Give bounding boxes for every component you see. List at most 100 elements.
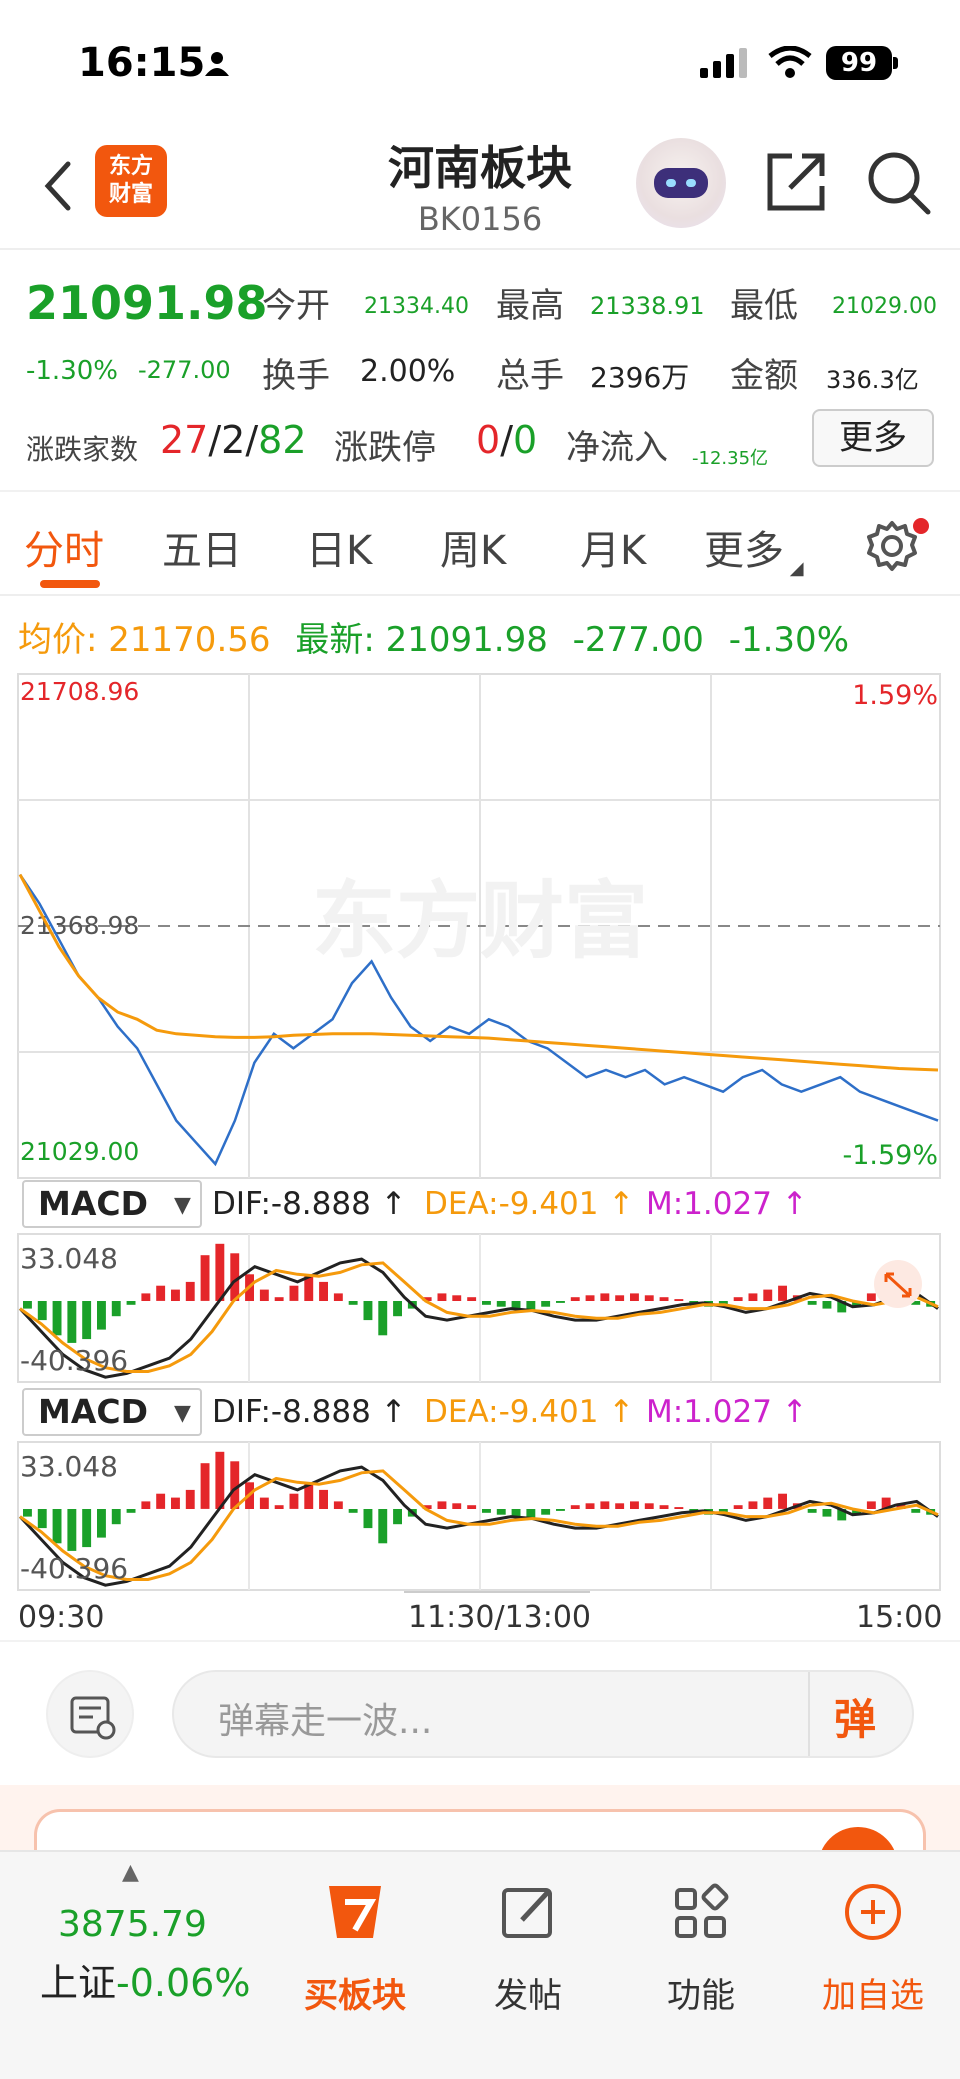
macd-histogram-bar xyxy=(630,1293,639,1301)
macd-histogram-bar xyxy=(807,1509,817,1513)
macd1-high-label: 33.048 xyxy=(20,1242,118,1275)
macd-histogram-bar xyxy=(556,1301,565,1303)
macd-histogram-bar xyxy=(556,1509,565,1511)
macd-histogram-bar xyxy=(348,1509,358,1513)
macd-histogram-bar xyxy=(67,1301,77,1343)
macd-histogram-bar xyxy=(171,1497,180,1509)
dea-value-1: DEA:-9.401 ↑ xyxy=(424,1186,635,1222)
macd-histogram-bar xyxy=(615,1295,625,1301)
macd-histogram-bar xyxy=(541,1301,551,1307)
macd-histogram-bar xyxy=(866,1293,876,1301)
macd-histogram-bar xyxy=(215,1243,225,1301)
share-icon[interactable] xyxy=(764,150,828,214)
period-tabs: 分时 五日 日K 周K 月K 更多 ◢ xyxy=(0,496,960,596)
m-value-2: M:1.027 ↑ xyxy=(646,1394,808,1430)
tab-intraday[interactable]: 分时 xyxy=(24,518,104,576)
buy-sector-button[interactable]: 买板块 xyxy=(290,1872,420,2016)
intraday-chart-area[interactable]: 东方财富 21708.96 21368.98 21029.00 1.59% -1… xyxy=(0,670,960,1600)
macd-histogram-bar xyxy=(393,1509,402,1525)
macd2-low-label: -40.396 xyxy=(20,1552,128,1585)
macd-histogram-bar xyxy=(259,1289,269,1301)
netflow-value: -12.35亿 xyxy=(692,448,769,469)
macd-histogram-bar xyxy=(452,1295,462,1301)
plus-circle-icon xyxy=(845,1884,901,1940)
signal-icon xyxy=(700,48,747,78)
macd-histogram-bar xyxy=(452,1503,462,1509)
post-button[interactable]: 发帖 xyxy=(463,1872,593,2016)
dropdown-caret-icon: ▼ xyxy=(174,1193,191,1218)
macd-histogram-bar xyxy=(363,1301,373,1321)
m-value-1: M:1.027 ↑ xyxy=(646,1186,808,1222)
search-icon[interactable] xyxy=(866,150,932,216)
macd-histogram-bar xyxy=(570,1505,580,1509)
tab-monthly-k[interactable]: 月K xyxy=(580,518,646,576)
indicator-select-1[interactable]: MACD ▼ xyxy=(22,1180,202,1228)
dropdown-caret-icon: ▼ xyxy=(174,1401,191,1426)
promo-strip xyxy=(0,1785,960,1869)
latest-change: -277.00 xyxy=(572,620,704,660)
back-icon[interactable] xyxy=(40,158,76,214)
settings-gear-icon[interactable] xyxy=(866,520,918,572)
macd-histogram-bar xyxy=(748,1501,758,1509)
macd-histogram-bar xyxy=(215,1451,225,1509)
avg-value: 21170.56 xyxy=(108,620,271,660)
macd-histogram-bar xyxy=(778,1493,787,1509)
time-tick-open: 09:30 xyxy=(18,1600,105,1635)
macd-histogram-bar xyxy=(600,1501,610,1509)
tab-five-day[interactable]: 五日 xyxy=(162,518,242,576)
volume-value: 2396万 xyxy=(590,361,690,394)
danmu-send-button[interactable]: 弹 xyxy=(834,1686,876,1747)
functions-button[interactable]: 功能 xyxy=(636,1872,766,2016)
macd-histogram-bar xyxy=(378,1509,388,1544)
wifi-icon xyxy=(768,46,812,78)
tab-more[interactable]: 更多 ◢ xyxy=(704,518,804,579)
danmu-placeholder: 弹幕走一波... xyxy=(218,1701,433,1742)
post-label: 发帖 xyxy=(494,1976,562,2016)
expand-up-icon: ▲ xyxy=(122,1860,139,1885)
macd-panel-1-grid xyxy=(248,1234,712,1382)
status-bar: 16:15 99 xyxy=(0,0,960,120)
macd-histogram-bar xyxy=(97,1509,106,1538)
high-label: 最高 xyxy=(496,286,564,326)
macd-histogram-bar xyxy=(185,1489,195,1509)
add-watchlist-button[interactable]: 加自选 xyxy=(808,1872,938,2016)
index-value: 3875.79 xyxy=(58,1904,207,1945)
macd-histogram-bar xyxy=(200,1255,210,1301)
functions-label: 功能 xyxy=(667,1976,735,2016)
time-axis: 09:30 11:30/13:00 15:00 xyxy=(0,1600,960,1640)
more-button[interactable]: 更多 xyxy=(812,409,934,467)
indicator-select-2[interactable]: MACD ▼ xyxy=(22,1388,202,1436)
macd-histogram-bar xyxy=(822,1509,832,1517)
macd-histogram-bar xyxy=(111,1301,121,1317)
danmu-settings-button[interactable] xyxy=(46,1670,134,1758)
status-time: 16:15 xyxy=(78,40,206,86)
macd-histogram-bar xyxy=(807,1301,817,1305)
macd-histogram-bar xyxy=(67,1509,77,1551)
add-watchlist-label: 加自选 xyxy=(822,1976,924,2016)
macd-histogram-bar xyxy=(363,1509,373,1529)
dea-value-2: DEA:-9.401 ↑ xyxy=(424,1394,635,1430)
macd-histogram-bar xyxy=(52,1301,62,1336)
assistant-robot-icon[interactable] xyxy=(636,138,726,228)
battery-tip xyxy=(893,57,898,69)
danmu-row: 弹幕走一波... 弹 xyxy=(0,1640,960,1785)
amount-value: 336.3亿 xyxy=(826,366,919,394)
macd-histogram-bar xyxy=(289,1285,299,1301)
macd-histogram-bar xyxy=(171,1289,180,1301)
turnover-label: 换手 xyxy=(262,356,330,396)
macd-histogram-bar xyxy=(274,1297,284,1301)
latest-value: 21091.98 xyxy=(385,620,548,660)
watermark: 东方财富 xyxy=(312,874,648,968)
macd-histogram-bar xyxy=(674,1299,684,1301)
tab-daily-k[interactable]: 日K xyxy=(306,518,372,576)
tab-weekly-k[interactable]: 周K xyxy=(440,518,506,576)
page-title: 河南板块 xyxy=(388,141,572,195)
macd-histogram-bar xyxy=(496,1509,506,1515)
macd-histogram-bar xyxy=(348,1301,358,1305)
macd-histogram-bar xyxy=(200,1463,210,1509)
macd-histogram-bar xyxy=(126,1301,136,1305)
macd-histogram-bar xyxy=(319,1489,328,1509)
breadth-counts: 27/2/82 xyxy=(160,418,307,462)
macd-histogram-bar xyxy=(911,1509,921,1513)
danmu-input[interactable]: 弹幕走一波... 弹 xyxy=(172,1670,914,1758)
